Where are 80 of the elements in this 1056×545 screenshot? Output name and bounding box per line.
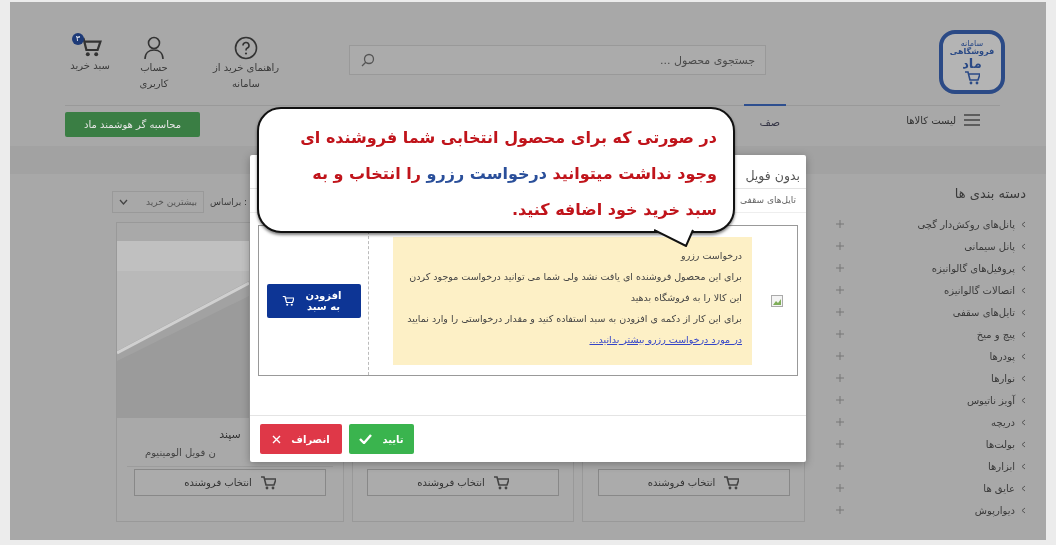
user-icon	[144, 36, 164, 60]
product-description: ن فویل الومینیوم	[144, 447, 216, 458]
chevron-icon	[1021, 220, 1026, 228]
category-menu-button[interactable]: لیست کالاها	[906, 114, 980, 126]
plus-icon[interactable]	[836, 484, 844, 492]
category-item[interactable]: عایق ها	[818, 477, 1040, 499]
search-field[interactable]: جستجوی محصول ...	[349, 45, 766, 75]
account-link[interactable]: حساب کاربری	[129, 36, 179, 91]
chevron-icon	[1021, 286, 1026, 294]
learn-more-link[interactable]: در مورد درخواست رزرو بیشتر بدانید...	[589, 333, 742, 345]
cart-count-badge: ۳	[72, 33, 84, 45]
choose-seller-button[interactable]: انتخاب فروشنده	[134, 469, 326, 496]
help-icon	[234, 36, 258, 60]
notice-text: برای این محصول فروشنده ای یافت نشد ولی شما می توانید درخواست موجود کردن این کالا را به فروشگاه بدهید	[408, 269, 742, 305]
category-item[interactable]: پودرها	[818, 345, 1040, 367]
cart-icon	[723, 475, 740, 490]
chevron-icon	[1021, 242, 1026, 250]
cart-icon	[259, 475, 276, 490]
sort-label: براساس :	[210, 197, 248, 207]
choose-seller-button[interactable]: انتخاب فروشنده	[367, 469, 559, 496]
cart-link[interactable]: سبد خرید ۳	[70, 36, 110, 74]
plus-icon[interactable]	[836, 418, 844, 426]
sort-select[interactable]: بیشترین خرید	[112, 191, 204, 213]
chevron-icon	[1021, 484, 1026, 492]
plus-icon[interactable]	[836, 242, 844, 250]
plus-icon[interactable]	[836, 352, 844, 360]
plus-icon[interactable]	[836, 440, 844, 448]
plus-icon[interactable]	[836, 506, 844, 514]
chevron-icon	[1021, 352, 1026, 360]
plus-icon[interactable]	[836, 308, 844, 316]
close-icon	[272, 434, 282, 444]
logo[interactable]: سامانه فروشگاهی ماد	[939, 30, 1005, 94]
cart-icon	[281, 295, 294, 306]
product-name: سپند	[219, 428, 241, 441]
choose-seller-button[interactable]: انتخاب فروشنده	[597, 469, 790, 496]
chevron-icon	[1021, 374, 1026, 382]
breadcrumb: تایل‌های سقفی	[739, 195, 796, 205]
category-item[interactable]: پانل سیمانی	[818, 235, 1040, 257]
caret-icon	[119, 199, 128, 205]
category-item[interactable]: دریچه	[818, 411, 1040, 433]
notice-text: برای این کار از دکمه ی افزودن به سبد استفاده کنید و مقدار درخواستی را وارد نمایید	[406, 311, 742, 326]
category-item[interactable]: بولت‌ها	[818, 433, 1040, 455]
plus-icon[interactable]	[836, 330, 844, 338]
sidebar-title: دسته بندی ها	[953, 186, 1026, 201]
calculator-button[interactable]: محاسبه گر هوشمند ماد	[65, 112, 200, 137]
chevron-icon	[1021, 330, 1026, 338]
chevron-icon	[1021, 418, 1026, 426]
category-item[interactable]: پانل‌های روکش‌دار گچی	[818, 213, 1040, 235]
category-item[interactable]: آویز ناتیوس	[818, 389, 1040, 411]
cancel-button[interactable]: انصراف	[260, 424, 342, 454]
plus-icon[interactable]	[836, 374, 844, 382]
check-icon	[359, 434, 373, 444]
plus-icon[interactable]	[836, 396, 844, 404]
cart-icon	[964, 69, 980, 85]
category-item[interactable]: پروفیل‌های گالوانیزه	[818, 257, 1040, 279]
notice-title: درخواست رزرو	[679, 248, 742, 263]
plus-icon[interactable]	[836, 220, 844, 228]
nav-tab[interactable]: صف	[744, 104, 787, 128]
category-item[interactable]: نوارها	[818, 367, 1040, 389]
plus-icon[interactable]	[836, 286, 844, 294]
category-item[interactable]: پیچ و میخ	[818, 323, 1040, 345]
chevron-icon	[1021, 308, 1026, 316]
menu-icon	[964, 114, 980, 126]
cart-icon	[492, 475, 509, 490]
confirm-button[interactable]: تایید	[349, 424, 414, 454]
plus-icon[interactable]	[836, 264, 844, 272]
category-item[interactable]: دیوارپوش	[818, 499, 1040, 521]
broken-image-icon	[771, 294, 783, 307]
chevron-icon	[1021, 396, 1026, 404]
chevron-icon	[1021, 462, 1026, 470]
plus-icon[interactable]	[836, 462, 844, 470]
chevron-icon	[1021, 440, 1026, 448]
category-item[interactable]: تایل‌های سقفی	[818, 301, 1040, 323]
category-item[interactable]: ابزارها	[818, 455, 1040, 477]
add-to-cart-button[interactable]: افزودن به سبد	[266, 283, 361, 318]
chevron-icon	[1021, 264, 1026, 272]
help-link[interactable]: راهنمای خرید از سامانه	[204, 36, 288, 91]
chevron-icon	[1021, 506, 1026, 514]
category-item[interactable]: اتصالات گالوانیزه	[818, 279, 1040, 301]
search-icon	[361, 53, 375, 67]
